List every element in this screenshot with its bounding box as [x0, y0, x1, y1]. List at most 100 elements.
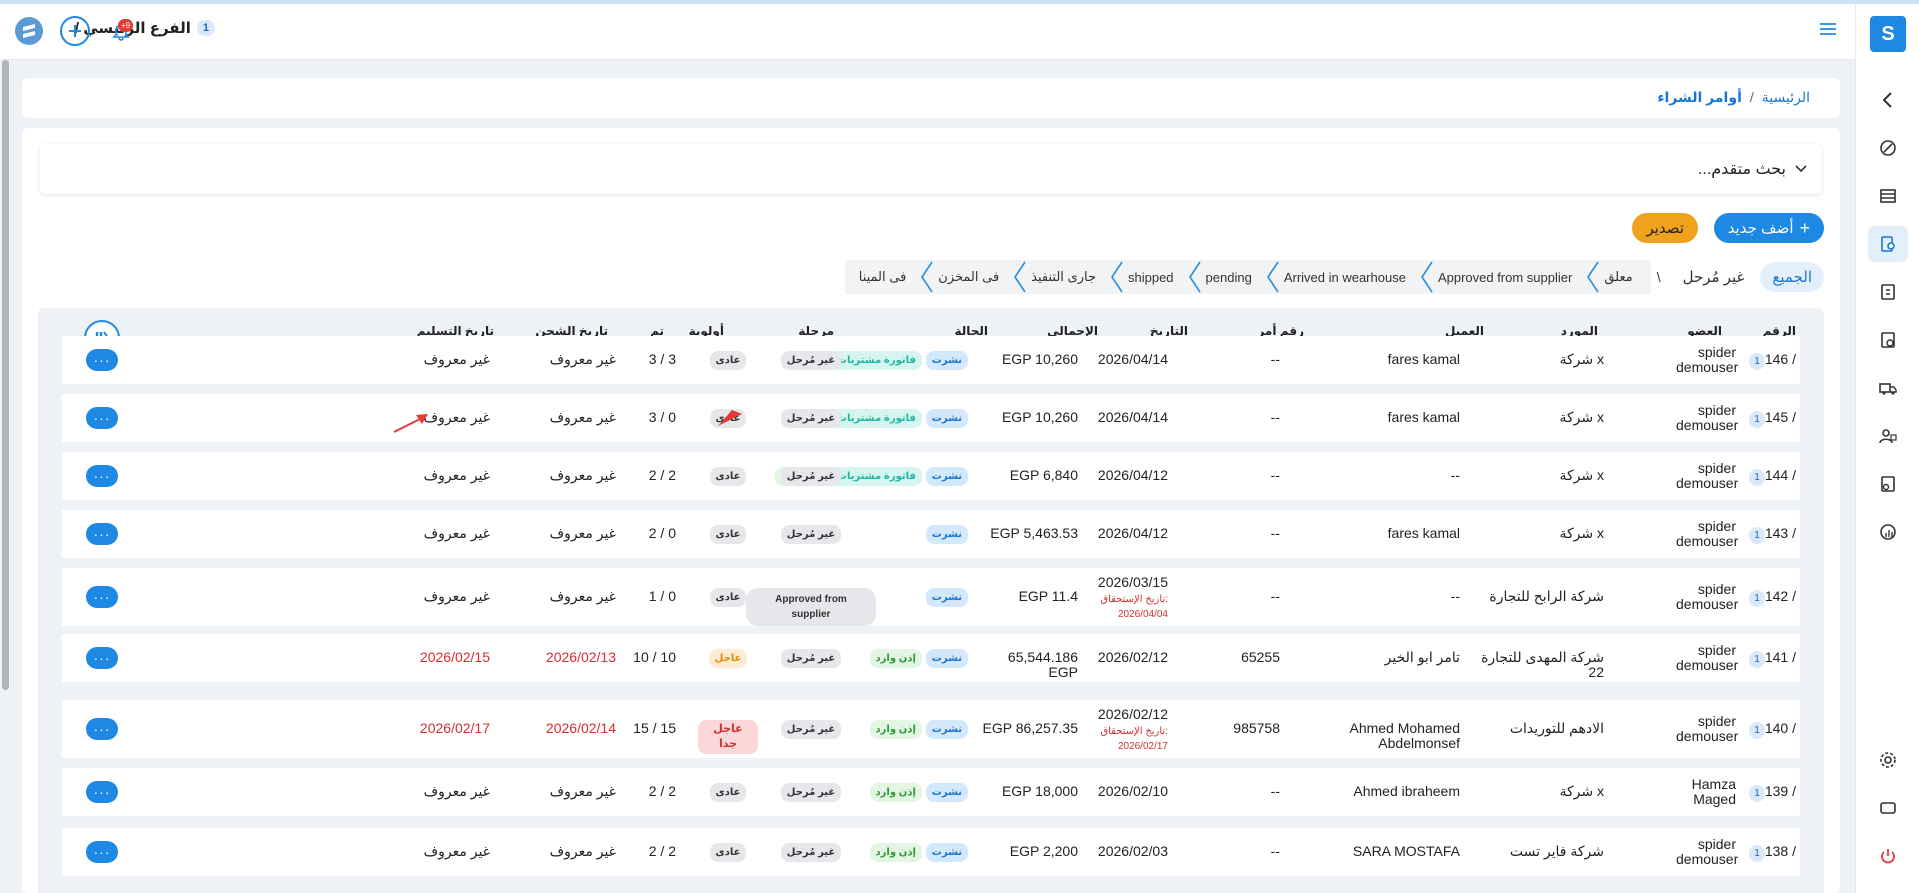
power-icon[interactable] — [1868, 838, 1908, 874]
supplier-cell: الادهم للتوريدات — [1509, 720, 1604, 736]
priority-cell: عادى — [698, 351, 758, 370]
due-date: 2026/04/04 — [1117, 609, 1168, 620]
priority-badge: عادى — [709, 843, 747, 862]
row-number[interactable]: 1 143 / — [1745, 526, 1796, 544]
filter-stage[interactable]: Approved from supplier — [1420, 260, 1590, 294]
users-icon[interactable] — [1868, 418, 1908, 454]
row-number[interactable]: 1 144 / — [1745, 468, 1796, 486]
add-plus-icon[interactable] — [60, 16, 90, 46]
inward-permit-tag[interactable]: إذن وارد — [869, 843, 922, 862]
table-row[interactable]: 1 139 / Hamza Maged شركة x Ahmed ibraheem -- 2… — [62, 768, 1800, 816]
table-row[interactable]: 1 144 / spider demouser شركة x -- -- 2026/04/1… — [62, 452, 1800, 500]
table-row[interactable]: 1 140 / spider demouser الادهم للتوريدات Ahm… — [62, 700, 1800, 758]
finance-icon[interactable] — [1868, 466, 1908, 502]
date-cell: 2026/02/12 — [1098, 650, 1168, 665]
dashboard-icon[interactable] — [1868, 130, 1908, 166]
filter-stage[interactable]: فى المخزن — [921, 260, 1017, 294]
table-row[interactable]: 1 141 / spider demouser شركة المهدى للتجارة… — [62, 634, 1800, 682]
filter-stage[interactable]: جارى التنفيذ — [1014, 260, 1114, 294]
filter-stage[interactable]: Arrived in wearhouse — [1266, 260, 1424, 294]
client-po-cell: -- — [1270, 588, 1280, 604]
table-row[interactable]: 1 143 / spider demouser شركة x fares kamal --… — [62, 510, 1800, 558]
stage-cell: غير مُرحل — [746, 720, 876, 739]
table-row[interactable]: 1 142 / spider demouser شركة الرابح للتجارة… — [62, 568, 1800, 626]
row-number[interactable]: 1 140 / — [1745, 721, 1796, 739]
stage-badge: غير مُرحل — [780, 783, 842, 802]
table-row[interactable]: 1 145 / spider demouser شركة x fares kamal --… — [62, 394, 1800, 442]
advanced-search-panel[interactable]: بحث متقدم... — [40, 144, 1822, 194]
row-actions-button[interactable]: ··· — [86, 407, 118, 429]
row-id-badge: 1 — [1749, 469, 1765, 486]
filter-separator: \ — [1656, 269, 1661, 285]
client-cell: -- — [1450, 588, 1460, 604]
brand-logo-icon[interactable] — [14, 16, 44, 46]
date-value: 2026/04/14 — [1097, 351, 1168, 367]
date-value: 2026/04/14 — [1097, 409, 1168, 425]
purchases-icon[interactable] — [1868, 226, 1908, 262]
row-number[interactable]: 1 145 / — [1745, 410, 1796, 428]
filter-stage[interactable]: معلق — [1587, 260, 1650, 294]
stage-cell: غير مُرحل — [746, 843, 876, 862]
settings-gear-icon[interactable] — [1868, 742, 1908, 778]
row-number[interactable]: 1 142 / — [1745, 589, 1796, 607]
collapse-chevron-icon[interactable] — [1868, 82, 1908, 118]
status-cell: نشرت — [925, 588, 968, 607]
row-actions-button[interactable]: ··· — [86, 586, 118, 608]
add-new-button[interactable]: + أضف جديد — [1713, 213, 1824, 243]
client-delivery-cell: غير معروف — [423, 409, 490, 425]
stage-badge: غير مُرحل — [780, 409, 842, 428]
row-number[interactable]: 1 141 / — [1745, 650, 1796, 668]
stage-chevrons: معلق Approved from supplier Arrived in w… — [844, 260, 1651, 294]
published-tag: نشرت — [925, 649, 968, 668]
export-button[interactable]: تصدير — [1632, 213, 1698, 243]
expected-ship-cell: 2026/02/14 — [545, 720, 616, 736]
inward-permit-tag[interactable]: إذن وارد — [869, 783, 922, 802]
row-number[interactable]: 1 146 / — [1745, 352, 1796, 370]
filter-stage[interactable]: pending — [1188, 260, 1270, 294]
filter-stage[interactable]: فى المينا — [845, 260, 925, 294]
stage-cell: غير مُرحل — [746, 525, 876, 544]
date-cell: 2026/04/12 — [1098, 526, 1168, 541]
client-delivery-cell: غير معروف — [423, 783, 490, 799]
filter-stage[interactable]: shipped — [1111, 260, 1192, 294]
breadcrumb-current[interactable]: أوامر الشراء — [1657, 89, 1742, 106]
app-logo[interactable]: S — [1870, 16, 1906, 52]
sales-icon[interactable] — [1868, 274, 1908, 310]
row-actions-button[interactable]: ··· — [86, 349, 118, 371]
priority-badge: عادى — [709, 588, 747, 607]
table-row[interactable]: 1 146 / spider demouser شركة x fares kamal --… — [62, 336, 1800, 384]
row-number[interactable]: 1 139 / — [1745, 784, 1796, 802]
client-cell: fares kamal — [1387, 351, 1460, 367]
published-tag: نشرت — [925, 409, 968, 428]
table-row[interactable]: 1 138 / spider demouser شركة فاير تست SARA M… — [62, 828, 1800, 876]
date-cell: 2026/02/12 تاريخ الإستحقاق: 2026/02/17 — [1098, 707, 1168, 754]
row-actions-button[interactable]: ··· — [86, 465, 118, 487]
client-delivery-cell: غير معروف — [423, 588, 490, 604]
row-actions-button[interactable]: ··· — [86, 647, 118, 669]
shipping-icon[interactable] — [1868, 370, 1908, 406]
supplier-cell: شركة x — [1559, 525, 1604, 541]
row-actions-button[interactable]: ··· — [86, 523, 118, 545]
row-actions-button[interactable]: ··· — [86, 841, 118, 863]
client-po-cell: -- — [1270, 525, 1280, 541]
inward-permit-tag[interactable]: إذن وارد — [869, 720, 922, 739]
total-cell: EGP 6,840 — [1009, 467, 1078, 483]
due-label: تاريخ الإستحقاق: — [1100, 726, 1168, 737]
stage-cell: غير مُرحل — [746, 467, 876, 486]
row-number[interactable]: 1 138 / — [1745, 844, 1796, 862]
row-actions-button[interactable]: ··· — [86, 781, 118, 803]
filter-unstaged[interactable]: غير مُرحل — [1667, 268, 1761, 286]
filter-all[interactable]: الجميع — [1760, 262, 1824, 292]
row-actions-button[interactable]: ··· — [86, 718, 118, 740]
reports-icon[interactable] — [1868, 514, 1908, 550]
published-tag: نشرت — [925, 525, 968, 544]
invoice-icon[interactable] — [1868, 322, 1908, 358]
page-scrollbar[interactable] — [2, 60, 9, 690]
row-id-badge: 1 — [1749, 590, 1765, 607]
inward-permit-tag[interactable]: إذن وارد — [869, 649, 922, 668]
row-number-label: 143 / — [1764, 525, 1796, 541]
menu-hamburger-icon[interactable] — [1819, 21, 1837, 40]
fullscreen-icon[interactable] — [1868, 790, 1908, 826]
inventory-icon[interactable] — [1868, 178, 1908, 214]
breadcrumb-home[interactable]: الرئيسية — [1762, 89, 1810, 106]
